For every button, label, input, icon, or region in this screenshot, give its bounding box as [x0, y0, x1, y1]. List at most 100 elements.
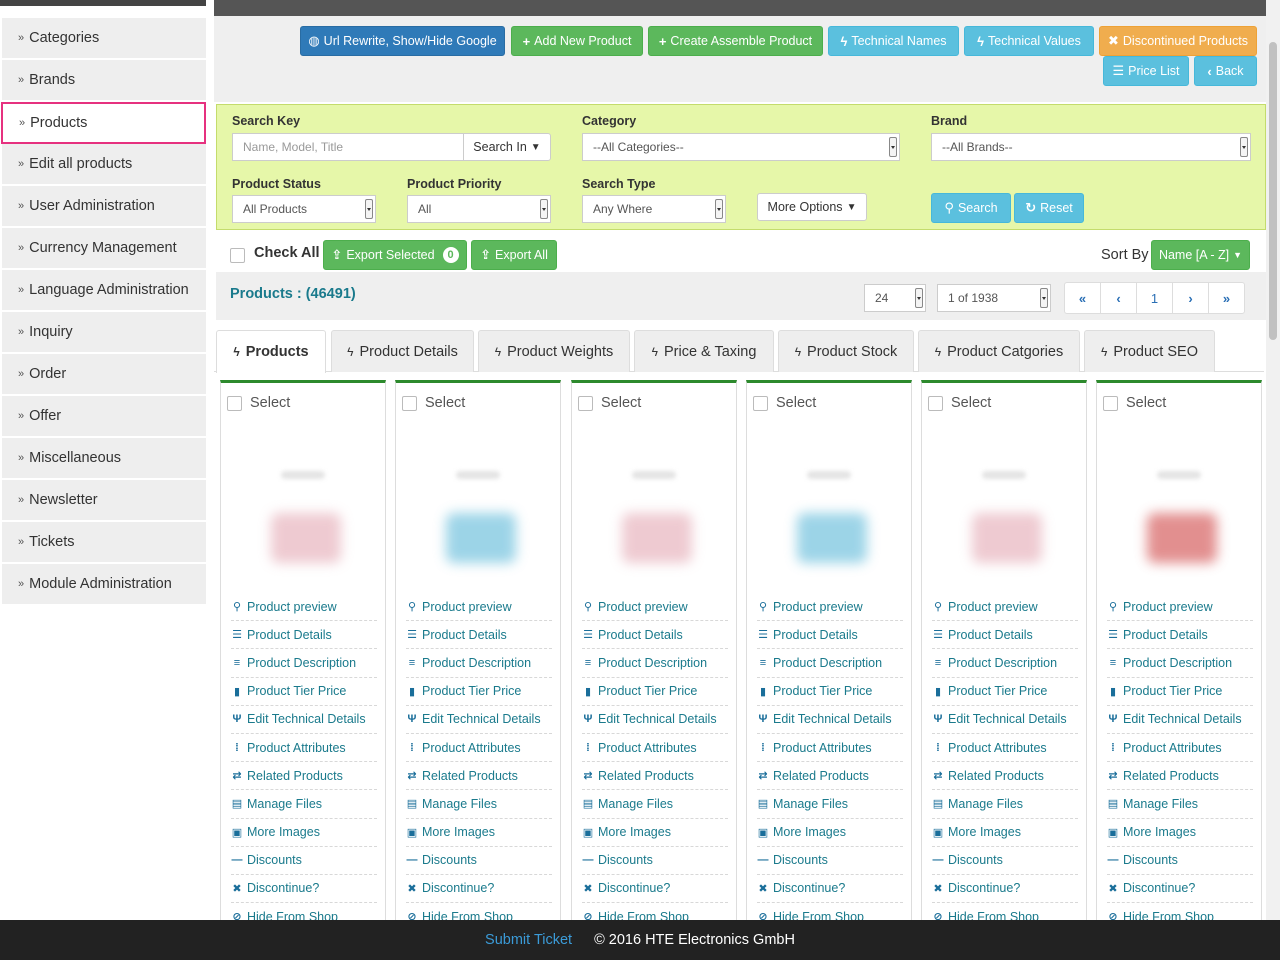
submit-ticket-link[interactable]: Submit Ticket: [485, 932, 572, 948]
action-hide-from-shop[interactable]: ⊘ Hide From Shop: [932, 903, 1078, 920]
tab-product-catgories[interactable]: ϟ Product Catgories: [918, 330, 1080, 372]
product-thumbnail[interactable]: [952, 443, 1062, 593]
action-discounts[interactable]: — Discounts: [757, 847, 903, 875]
create-assemble-product-button[interactable]: + Create Assemble Product: [648, 26, 823, 56]
search-in-dropdown[interactable]: Search In ▼: [463, 133, 551, 161]
sidebar-item-categories[interactable]: » Categories: [2, 18, 206, 60]
brand-select[interactable]: --All Brands--: [931, 133, 1251, 161]
per-page-select[interactable]: 24: [864, 284, 926, 312]
action-product-description[interactable]: ≡ Product Description: [757, 649, 903, 678]
action-discontinue[interactable]: ✖ Discontinue?: [582, 875, 728, 904]
product-thumbnail[interactable]: [602, 443, 712, 593]
technical-values-button[interactable]: ϟ Technical Values: [964, 26, 1094, 56]
export-selected-button[interactable]: ⇪ Export Selected 0: [323, 240, 467, 270]
action-related-products[interactable]: ⇄ Related Products: [406, 762, 552, 791]
action-product-attributes[interactable]: ⁞ Product Attributes: [406, 734, 552, 763]
product-thumbnail[interactable]: [1127, 443, 1237, 593]
select-checkbox[interactable]: [227, 395, 242, 411]
action-discounts[interactable]: — Discounts: [231, 847, 377, 875]
last-page-icon[interactable]: »: [1208, 282, 1245, 314]
price-list-button[interactable]: ☰ Price List: [1103, 56, 1189, 86]
sidebar-item-user-administration[interactable]: » User Administration: [2, 186, 206, 228]
select-checkbox[interactable]: [402, 395, 417, 411]
action-related-products[interactable]: ⇄ Related Products: [231, 762, 377, 791]
select-checkbox-row[interactable]: Select: [928, 395, 991, 411]
action-product-attributes[interactable]: ⁞ Product Attributes: [932, 734, 1078, 763]
action-product-details[interactable]: ☰ Product Details: [757, 621, 903, 650]
action-discontinue[interactable]: ✖ Discontinue?: [231, 875, 377, 904]
sidebar-item-miscellaneous[interactable]: » Miscellaneous: [2, 438, 206, 480]
action-product-tier-price[interactable]: ▮ Product Tier Price: [1107, 678, 1253, 706]
action-product-tier-price[interactable]: ▮ Product Tier Price: [231, 678, 377, 706]
reset-button[interactable]: ↻ Reset: [1014, 193, 1084, 223]
technical-names-button[interactable]: ϟ Technical Names: [828, 26, 959, 56]
action-product-attributes[interactable]: ⁞ Product Attributes: [582, 734, 728, 763]
action-related-products[interactable]: ⇄ Related Products: [932, 762, 1078, 791]
action-more-images[interactable]: ▣ More Images: [406, 819, 552, 847]
sidebar-item-module-administration[interactable]: » Module Administration: [2, 564, 206, 606]
select-checkbox[interactable]: [1103, 395, 1118, 411]
search-key-input[interactable]: Name, Model, Title: [232, 133, 464, 161]
action-related-products[interactable]: ⇄ Related Products: [1107, 762, 1253, 791]
sidebar-item-edit-all-products[interactable]: » Edit all products: [2, 144, 206, 186]
sidebar-item-offer[interactable]: » Offer: [2, 396, 206, 438]
action-discounts[interactable]: — Discounts: [582, 847, 728, 875]
select-checkbox[interactable]: [753, 395, 768, 411]
action-product-attributes[interactable]: ⁞ Product Attributes: [231, 734, 377, 763]
select-checkbox[interactable]: [578, 395, 593, 411]
action-discontinue[interactable]: ✖ Discontinue?: [757, 875, 903, 904]
product-thumbnail[interactable]: [251, 443, 361, 593]
product-thumbnail[interactable]: [777, 443, 887, 593]
action-product-preview[interactable]: ⚲ Product preview: [757, 593, 903, 622]
action-hide-from-shop[interactable]: ⊘ Hide From Shop: [406, 903, 552, 920]
action-related-products[interactable]: ⇄ Related Products: [582, 762, 728, 791]
sidebar-item-tickets[interactable]: » Tickets: [2, 522, 206, 564]
action-product-preview[interactable]: ⚲ Product preview: [932, 593, 1078, 622]
page-select[interactable]: 1 of 1938: [937, 284, 1051, 312]
action-discounts[interactable]: — Discounts: [932, 847, 1078, 875]
sidebar-item-brands[interactable]: » Brands: [2, 60, 206, 102]
tab-product-weights[interactable]: ϟ Product Weights: [478, 330, 630, 372]
sort-dropdown[interactable]: Name [A - Z] ▼: [1151, 240, 1250, 270]
action-product-description[interactable]: ≡ Product Description: [1107, 649, 1253, 678]
action-hide-from-shop[interactable]: ⊘ Hide From Shop: [1107, 903, 1253, 920]
more-options-button[interactable]: More Options ▼: [757, 193, 867, 221]
action-product-tier-price[interactable]: ▮ Product Tier Price: [932, 678, 1078, 706]
tab-product-seo[interactable]: ϟ Product SEO: [1084, 330, 1215, 372]
action-product-preview[interactable]: ⚲ Product preview: [1107, 593, 1253, 622]
select-checkbox-row[interactable]: Select: [1103, 395, 1166, 411]
select-checkbox-row[interactable]: Select: [753, 395, 816, 411]
action-manage-files[interactable]: ▤ Manage Files: [1107, 790, 1253, 819]
action-product-details[interactable]: ☰ Product Details: [231, 621, 377, 650]
check-all-checkbox[interactable]: [230, 248, 245, 263]
action-edit-technical-details[interactable]: Ψ Edit Technical Details: [406, 706, 552, 734]
action-hide-from-shop[interactable]: ⊘ Hide From Shop: [582, 903, 728, 920]
product-thumbnail[interactable]: [426, 443, 536, 593]
action-product-attributes[interactable]: ⁞ Product Attributes: [757, 734, 903, 763]
action-manage-files[interactable]: ▤ Manage Files: [582, 790, 728, 819]
action-more-images[interactable]: ▣ More Images: [231, 819, 377, 847]
search-type-select[interactable]: Any Where: [582, 195, 726, 223]
tab-price-taxing[interactable]: ϟ Price & Taxing: [634, 330, 774, 372]
action-manage-files[interactable]: ▤ Manage Files: [406, 790, 552, 819]
action-manage-files[interactable]: ▤ Manage Files: [757, 790, 903, 819]
add-new-product-button[interactable]: + Add New Product: [511, 26, 643, 56]
action-manage-files[interactable]: ▤ Manage Files: [231, 790, 377, 819]
action-product-tier-price[interactable]: ▮ Product Tier Price: [406, 678, 552, 706]
action-product-details[interactable]: ☰ Product Details: [1107, 621, 1253, 650]
scrollbar-thumb[interactable]: [1269, 42, 1277, 340]
action-product-preview[interactable]: ⚲ Product preview: [582, 593, 728, 622]
action-edit-technical-details[interactable]: Ψ Edit Technical Details: [1107, 706, 1253, 734]
export-all-button[interactable]: ⇪ Export All: [471, 240, 557, 270]
product-status-select[interactable]: All Products: [232, 195, 376, 223]
action-manage-files[interactable]: ▤ Manage Files: [932, 790, 1078, 819]
action-more-images[interactable]: ▣ More Images: [932, 819, 1078, 847]
action-product-description[interactable]: ≡ Product Description: [406, 649, 552, 678]
sidebar-item-products[interactable]: » Products: [1, 102, 206, 144]
action-product-preview[interactable]: ⚲ Product preview: [231, 593, 377, 622]
action-edit-technical-details[interactable]: Ψ Edit Technical Details: [231, 706, 377, 734]
action-discontinue[interactable]: ✖ Discontinue?: [932, 875, 1078, 904]
action-discontinue[interactable]: ✖ Discontinue?: [406, 875, 552, 904]
action-more-images[interactable]: ▣ More Images: [757, 819, 903, 847]
sidebar-item-newsletter[interactable]: » Newsletter: [2, 480, 206, 522]
